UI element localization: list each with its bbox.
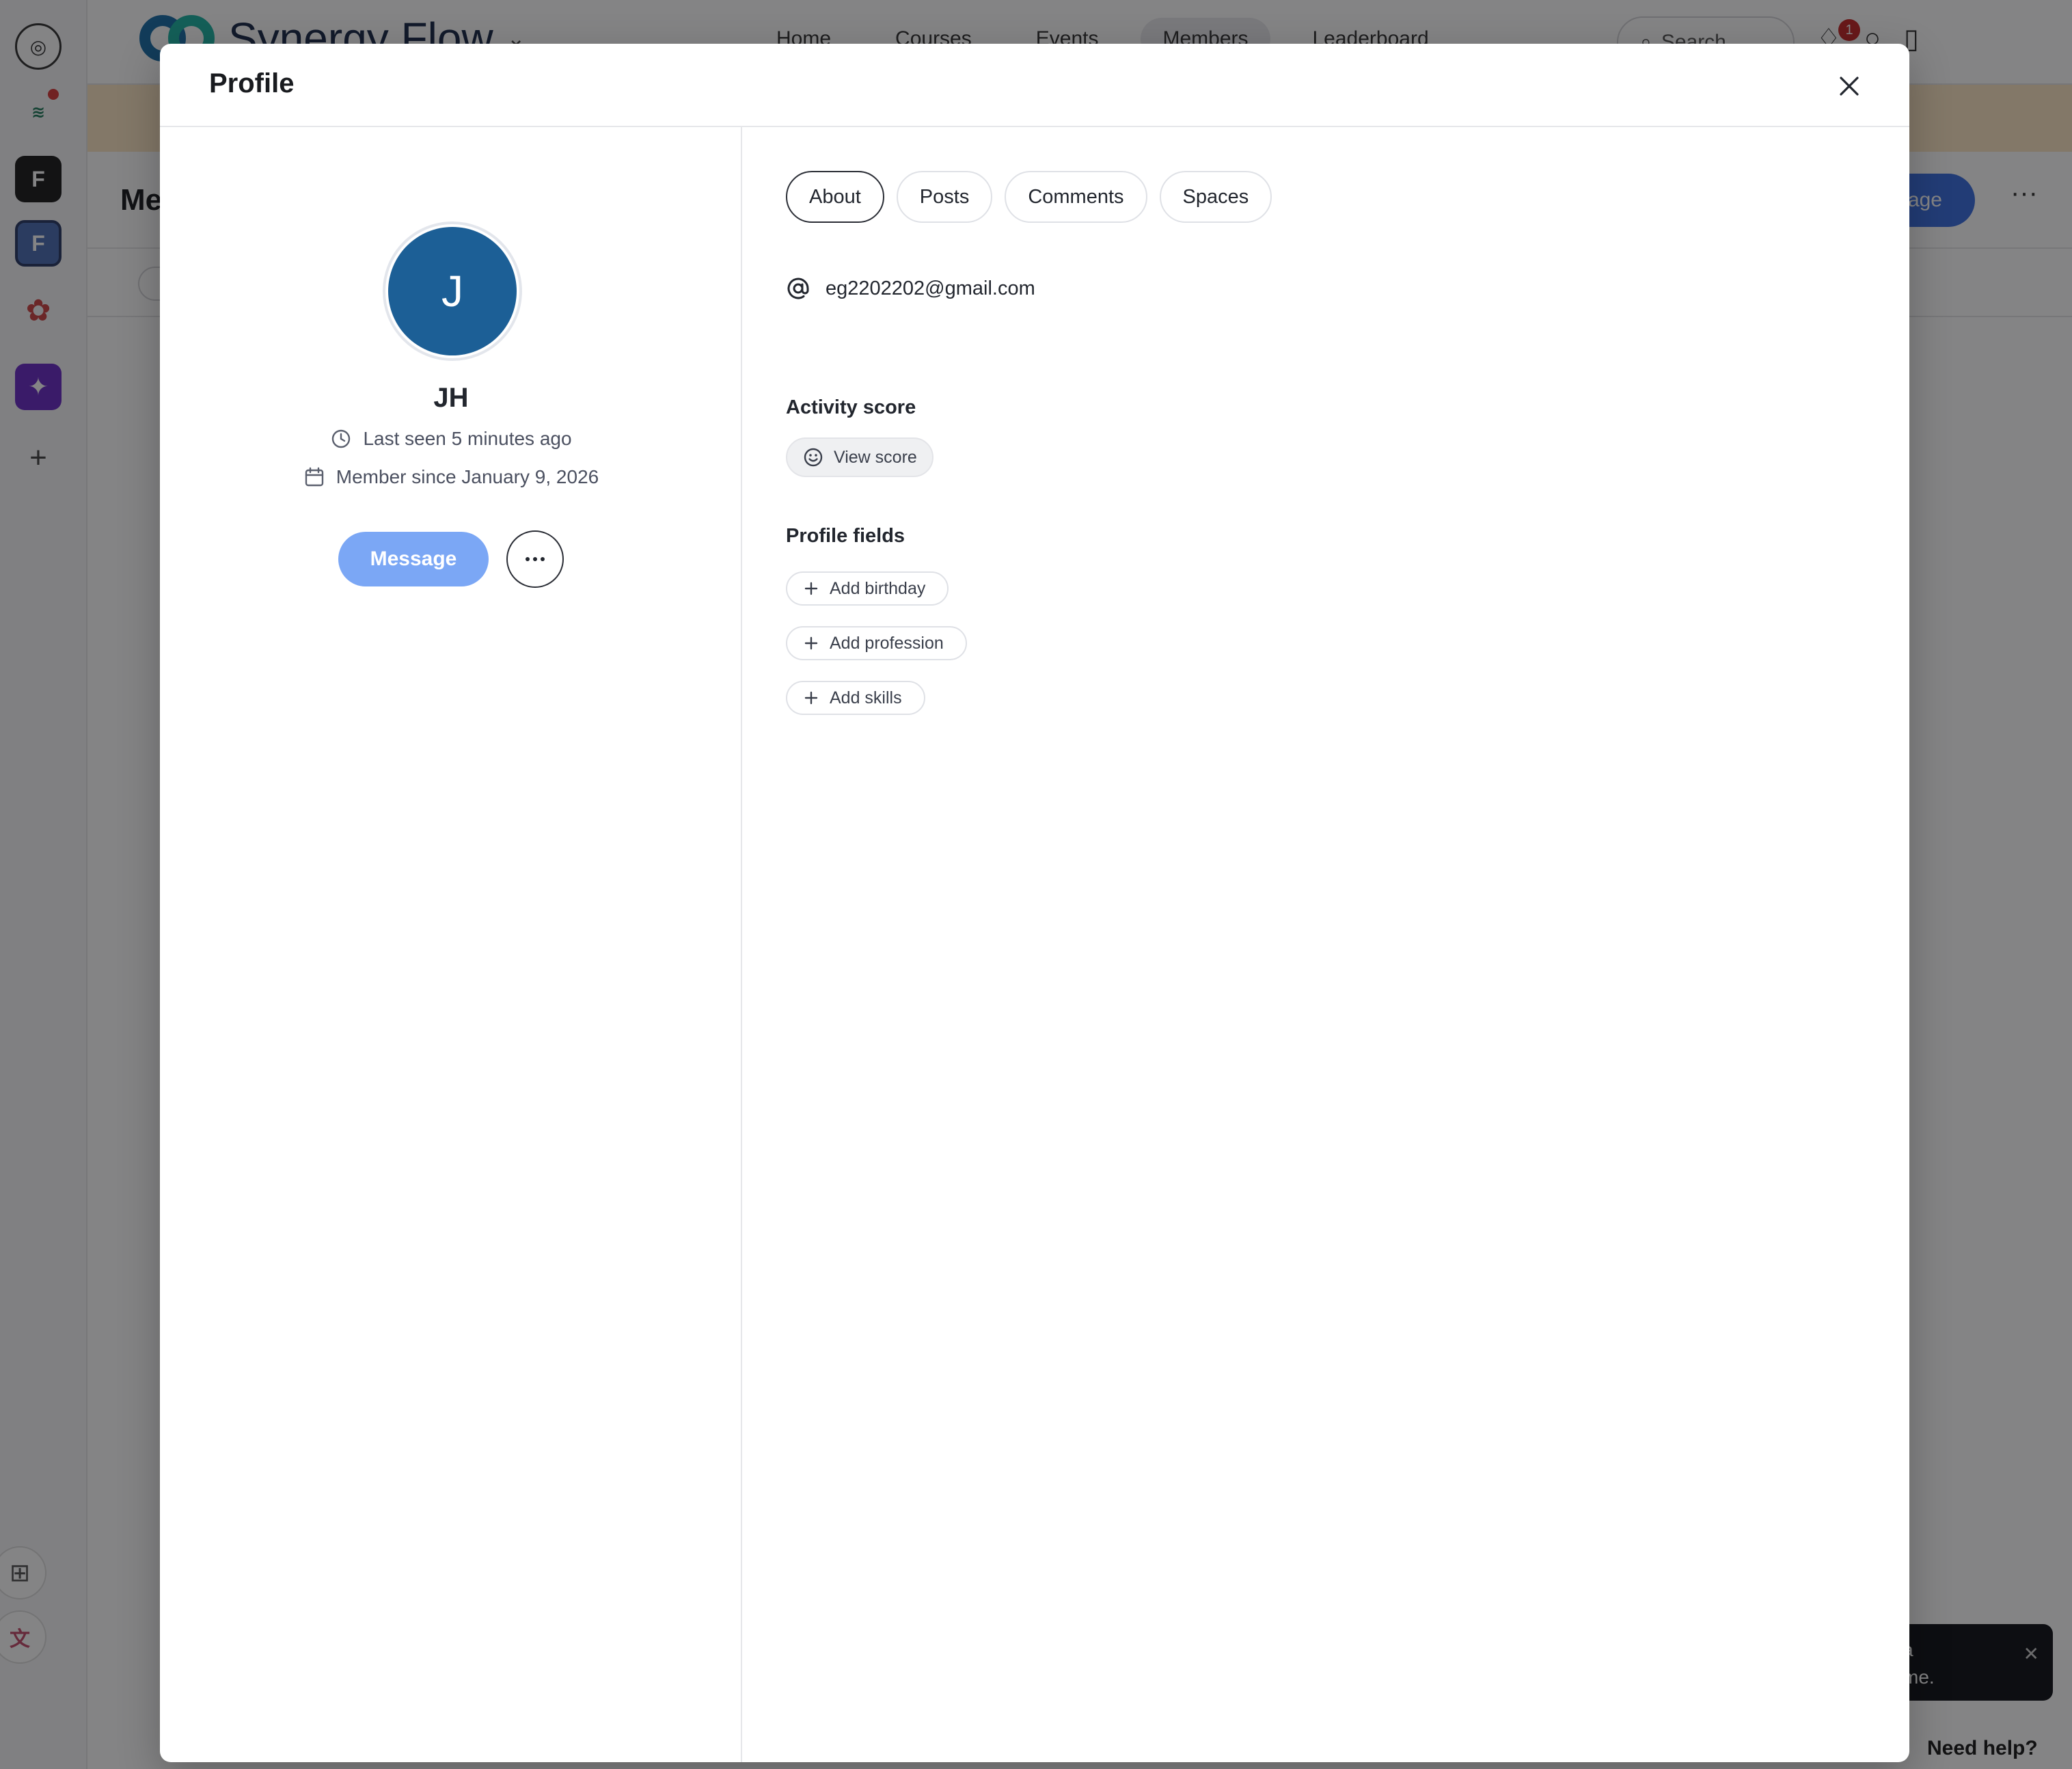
email-row: eg2202202@gmail.com	[786, 276, 1035, 301]
more-horizontal-icon	[526, 557, 545, 561]
last-seen-text: Last seen 5 minutes ago	[363, 428, 572, 449]
add-profession-label: Add profession	[830, 633, 944, 653]
add-profession-button[interactable]: Add profession	[786, 626, 967, 660]
close-icon	[1840, 77, 1859, 96]
profile-fields-title: Profile fields	[786, 525, 905, 547]
avatar-initial: J	[388, 227, 517, 355]
tab-spaces[interactable]: Spaces	[1159, 171, 1272, 223]
activity-score-title: Activity score	[786, 396, 916, 418]
avatar: J	[383, 221, 522, 361]
view-score-label: View score	[834, 447, 917, 467]
modal-title: Profile	[209, 68, 295, 98]
message-button[interactable]: Message	[338, 532, 489, 586]
clock-icon	[332, 429, 351, 448]
close-button[interactable]	[1830, 67, 1868, 105]
view-score-button[interactable]: View score	[786, 437, 933, 477]
more-options-button[interactable]	[506, 530, 564, 588]
tab-about[interactable]: About	[786, 171, 884, 223]
member-since-text: Member since January 9, 2026	[336, 466, 599, 487]
plus-icon	[804, 582, 818, 595]
plus-icon	[804, 636, 818, 650]
calendar-icon	[305, 467, 323, 487]
at-sign-icon	[787, 278, 809, 299]
profile-details-pane: About Posts Comments Spaces eg2202202@gm…	[742, 127, 1909, 1762]
email-text: eg2202202@gmail.com	[826, 277, 1035, 299]
tab-posts[interactable]: Posts	[896, 171, 993, 223]
profile-actions: Message	[160, 530, 742, 588]
add-birthday-label: Add birthday	[830, 578, 926, 598]
smile-icon	[804, 448, 823, 467]
profile-tabs: About Posts Comments Spaces	[786, 171, 1272, 223]
modal-header: Profile	[160, 44, 1909, 127]
tab-comments[interactable]: Comments	[1005, 171, 1147, 223]
plus-icon	[804, 691, 818, 705]
add-skills-button[interactable]: Add skills	[786, 681, 925, 715]
member-name: JH	[433, 383, 469, 413]
member-since-row: Member since January 9, 2026	[160, 466, 742, 488]
profile-modal: Profile J JH Last seen 5 minutes ago Mem…	[160, 44, 1909, 1762]
add-skills-label: Add skills	[830, 688, 902, 707]
profile-summary-pane: J JH Last seen 5 minutes ago Member sinc…	[160, 127, 742, 1762]
last-seen-row: Last seen 5 minutes ago	[160, 428, 742, 450]
add-birthday-button[interactable]: Add birthday	[786, 571, 949, 606]
